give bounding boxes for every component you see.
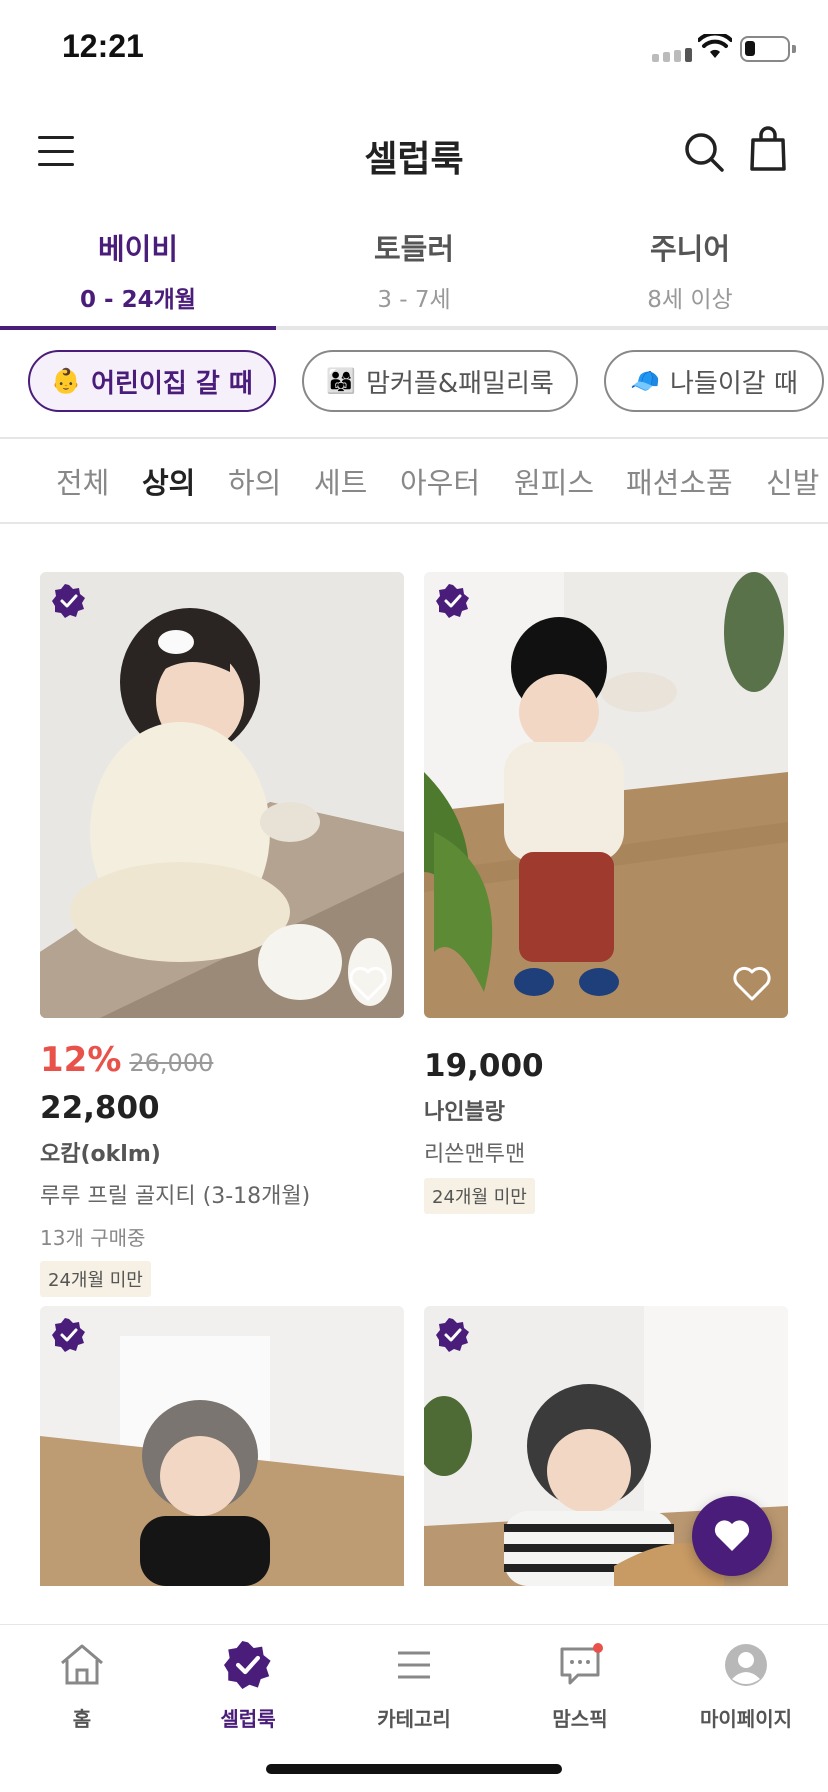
nav-label: 카테고리 — [377, 1707, 451, 1731]
product-name: 리쓴맨투맨 — [424, 1142, 526, 1167]
tab-label: 주니어 — [649, 232, 731, 266]
category-dress[interactable]: 원피스 — [514, 460, 594, 502]
verified-badge-icon — [52, 584, 85, 618]
nav-my-page[interactable]: 마이페이지 — [676, 1641, 816, 1732]
buying-count: 13개 구매중 — [40, 1226, 146, 1250]
age-tabs: 베이비 0 - 24개월 토들러 3 - 7세 주니어 8세 이상 — [0, 220, 828, 330]
heart-filled-icon — [714, 1520, 750, 1551]
chip-label: 맘커플&패밀리룩 — [366, 368, 554, 399]
tab-junior[interactable]: 주니어 8세 이상 — [552, 220, 828, 326]
verified-badge-icon — [436, 1318, 469, 1352]
discount-rate: 12% — [40, 1040, 122, 1080]
sale-price: 22,800 — [40, 1090, 160, 1126]
product-image — [424, 572, 788, 1018]
signal-icon — [652, 48, 692, 62]
heart-icon[interactable] — [348, 966, 388, 1002]
chip-daycare[interactable]: 👶 어린이집 갈 때 — [28, 350, 276, 412]
home-indicator — [266, 1764, 562, 1774]
nav-label: 마이페이지 — [700, 1707, 792, 1731]
theme-chips: 👶 어린이집 갈 때 👨‍👩‍👧 맘커플&패밀리룩 🧢 나들이갈 때 — [0, 350, 828, 416]
chip-outing[interactable]: 🧢 나들이갈 때 — [604, 350, 824, 412]
baby-photo-illustration — [424, 572, 788, 1018]
chat-bubble-icon — [560, 1643, 603, 1685]
verified-badge-icon — [436, 584, 469, 618]
battery-icon — [740, 36, 796, 62]
family-icon: 👨‍👩‍👧 — [326, 367, 357, 395]
tab-sub: 0 - 24개월 — [80, 287, 196, 313]
product-card[interactable]: 19,000 나인블랑 리쓴맨투맨 24개월 미만 — [424, 572, 788, 1214]
tab-label: 토들러 — [373, 232, 455, 266]
product-name: 루루 프릴 골지티 (3-18개월) — [40, 1184, 311, 1209]
divider — [0, 522, 828, 524]
category-list-icon — [398, 1651, 430, 1679]
product-card[interactable]: 12% 26,000 22,800 오캄(oklm) 루루 프릴 골지티 (3-… — [40, 572, 404, 1297]
sale-price: 19,000 — [424, 1048, 544, 1084]
nav-label: 홈 — [72, 1707, 92, 1731]
category-accessories[interactable]: 패션소품 — [626, 460, 733, 502]
baby-icon: 👶 — [51, 367, 82, 395]
product-card[interactable] — [40, 1306, 404, 1586]
nav-label: 맘스픽 — [552, 1707, 608, 1731]
chip-family-look[interactable]: 👨‍👩‍👧 맘커플&패밀리룩 — [302, 350, 578, 412]
tab-sub: 3 - 7세 — [377, 287, 451, 313]
wifi-icon — [698, 34, 732, 58]
divider — [0, 437, 828, 439]
product-image — [40, 1306, 404, 1586]
status-bar: 12:21 — [0, 0, 828, 100]
product-image — [40, 572, 404, 1018]
search-icon[interactable] — [682, 130, 726, 174]
category-outer[interactable]: 아우터 — [400, 460, 480, 502]
brand-name: 오캄(oklm) — [40, 1142, 161, 1167]
tab-sub: 8세 이상 — [647, 287, 733, 313]
original-price: 26,000 — [129, 1049, 214, 1077]
baby-photo-illustration — [40, 1306, 404, 1586]
nav-category[interactable]: 카테고리 — [344, 1641, 484, 1732]
cap-icon: 🧢 — [630, 367, 660, 395]
category-shoes[interactable]: 신발 — [766, 460, 819, 502]
baby-photo-illustration — [40, 572, 404, 1018]
category-bottoms[interactable]: 하의 — [228, 460, 281, 502]
user-icon — [725, 1644, 767, 1686]
tab-label: 베이비 — [97, 232, 179, 266]
nav-moms-pick[interactable]: 맘스픽 — [510, 1641, 650, 1732]
verified-badge-icon — [52, 1318, 85, 1352]
chip-label: 어린이집 갈 때 — [91, 368, 253, 399]
price-row: 12% 26,000 — [40, 1040, 404, 1080]
tab-baby[interactable]: 베이비 0 - 24개월 — [0, 220, 276, 330]
category-tabs: 전체 상의 하의 세트 아우터 원피스 패션소품 신발 — [0, 440, 828, 522]
shopping-bag-icon[interactable] — [748, 126, 788, 172]
celeb-check-icon — [224, 1641, 271, 1689]
nav-label: 셀럽룩 — [220, 1707, 276, 1731]
category-sets[interactable]: 세트 — [314, 460, 367, 502]
home-icon — [61, 1644, 103, 1685]
wishlist-fab[interactable] — [692, 1496, 772, 1576]
chip-label: 나들이갈 때 — [670, 368, 798, 399]
status-time: 12:21 — [62, 28, 144, 64]
brand-name: 나인블랑 — [424, 1100, 505, 1125]
nav-celeb-look[interactable]: 셀럽룩 — [178, 1641, 318, 1732]
heart-icon[interactable] — [732, 966, 772, 1002]
tab-toddler[interactable]: 토들러 3 - 7세 — [276, 220, 552, 326]
app-header: 셀럽룩 — [0, 112, 828, 192]
category-tops[interactable]: 상의 — [142, 460, 195, 502]
age-tag: 24개월 미만 — [424, 1178, 535, 1214]
category-all[interactable]: 전체 — [56, 460, 109, 502]
nav-home[interactable]: 홈 — [12, 1641, 152, 1732]
age-tag: 24개월 미만 — [40, 1261, 151, 1297]
